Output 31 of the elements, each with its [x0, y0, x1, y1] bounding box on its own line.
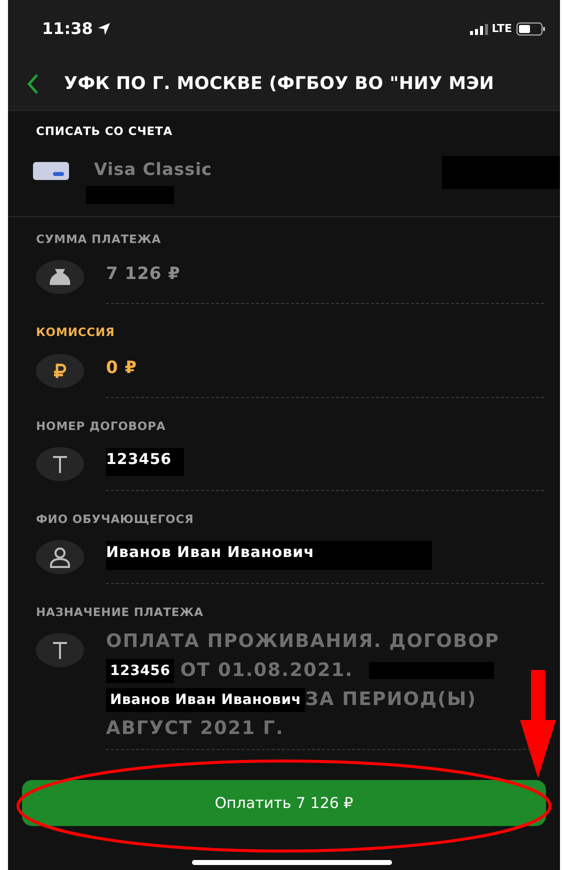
signal-icon: [470, 24, 488, 34]
field-value: 0 ₽: [106, 356, 138, 380]
card-icon: [32, 161, 70, 181]
field-label: КОМИССИЯ: [36, 324, 116, 342]
field-label: СПИСАТЬ СО СЧЕТА: [36, 123, 174, 140]
text-icon: [51, 454, 69, 474]
field-value: 7 126 ₽: [106, 263, 180, 286]
account-name: Visa Classic: [94, 159, 212, 182]
person-icon: [48, 545, 72, 569]
purpose-text: ОПЛАТА ПРОЖИВАНИЯ. ДОГОВОР: [106, 630, 500, 654]
ruble-icon: [53, 362, 67, 378]
location-arrow-icon: [96, 22, 111, 36]
inserted-value: 123456: [106, 658, 174, 683]
purpose-text: ОТ 01.08.2021.: [180, 659, 354, 684]
status-time: 11:38: [42, 18, 93, 40]
field-value: Иванов Иван Иванович: [106, 541, 432, 570]
field-label: СУММА ПЛАТЕЖА: [36, 231, 162, 248]
back-icon: [26, 73, 40, 95]
battery-icon: [516, 22, 546, 36]
inserted-value: Иванов Иван Иванович: [106, 688, 306, 712]
purpose-text: АВГУСТ 2021 Г.: [106, 717, 284, 742]
text-icon: [51, 640, 69, 660]
purpose-text: ЗА ПЕРИОД(Ы): [305, 688, 477, 712]
field-value: 123456: [106, 448, 184, 476]
pay-button[interactable]: Оплатить 7 126 ₽: [22, 780, 546, 826]
field-label: ФИО ОБУЧАЮЩЕГОСЯ: [36, 510, 195, 528]
field-label: НАЗНАЧЕНИЕ ПЛАТЕЖА: [36, 604, 204, 621]
screen-title: УФК ПО Г. МОСКВЕ (ФГБОУ ВО "НИУ МЭИ: [64, 72, 494, 96]
back-button[interactable]: [26, 73, 40, 95]
network-label: LTE: [492, 20, 512, 37]
field-label: НОМЕР ДОГОВОРА: [36, 418, 167, 434]
